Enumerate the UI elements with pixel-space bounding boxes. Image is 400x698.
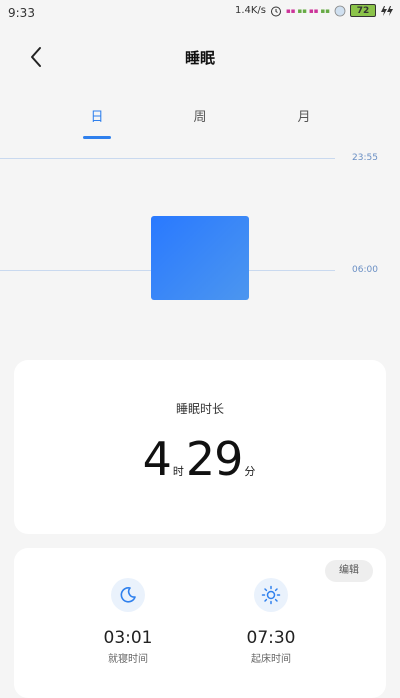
gridline-top — [0, 158, 335, 159]
notification-icon: ▪▪ — [297, 6, 308, 15]
wake-icon-wrap — [254, 578, 288, 612]
bedtime-label: 就寝时间 — [108, 654, 148, 665]
page-title: 睡眠 — [184, 49, 215, 67]
notification-icon: ▪▪ — [286, 6, 296, 15]
battery-indicator: 72 — [350, 4, 376, 17]
edit-button[interactable]: 编辑 — [325, 560, 373, 582]
network-speed: 1.4K/s — [234, 5, 266, 16]
duration-value: 4 时29 分 — [14, 432, 386, 486]
sleep-chart: 23:55 06:00 — [0, 145, 400, 325]
header: 睡眠 — [0, 38, 400, 78]
duration-minutes-unit: 分 — [244, 465, 256, 478]
gridline-bottom-label: 06:00 — [352, 265, 378, 275]
alarm-icon — [271, 6, 281, 16]
status-icons: 1.4K/s ▪▪ ▪▪ ▪▪ ▪▪ 72 — [235, 4, 394, 17]
duration-hours-unit: 时 — [172, 465, 184, 478]
charging-icon — [381, 5, 393, 16]
bedtime-icon-wrap — [111, 578, 145, 612]
tab-week[interactable]: 周 — [170, 106, 230, 125]
notification-icons: ▪▪ ▪▪ ▪▪ ▪▪ — [286, 7, 330, 15]
status-bar: 9:33 1.4K/s ▪▪ ▪▪ ▪▪ ▪▪ 72 — [0, 0, 400, 28]
gridline-top-label: 23:55 — [352, 153, 378, 163]
moon-icon — [120, 587, 136, 603]
sleep-bar[interactable] — [151, 216, 249, 300]
period-tabs: 日 周 月 — [0, 100, 400, 140]
bedtime-value: 03:01 — [103, 628, 153, 648]
wake-column: 07:30 起床时间 — [216, 578, 326, 665]
duration-hours: 4 — [142, 432, 172, 486]
wake-value: 07:30 — [246, 628, 296, 648]
wake-label: 起床时间 — [251, 654, 291, 665]
tab-month[interactable]: 月 — [274, 106, 334, 125]
bedtime-column: 03:01 就寝时间 — [73, 578, 183, 665]
status-time: 9:33 — [8, 6, 35, 20]
duration-minutes: 29 — [185, 432, 244, 486]
notification-icon: ▪▪ — [320, 6, 331, 15]
notification-icon: ▪▪ — [309, 6, 319, 15]
sun-icon — [261, 585, 281, 605]
signal-icon — [334, 5, 346, 16]
schedule-card: 编辑 03:01 就寝时间 07:30 起床时间 — [14, 548, 386, 698]
duration-card: 睡眠时长 4 时29 分 — [14, 360, 386, 534]
tab-day[interactable]: 日 — [67, 106, 127, 125]
active-tab-indicator — [83, 136, 111, 139]
duration-label: 睡眠时长 — [175, 402, 224, 416]
